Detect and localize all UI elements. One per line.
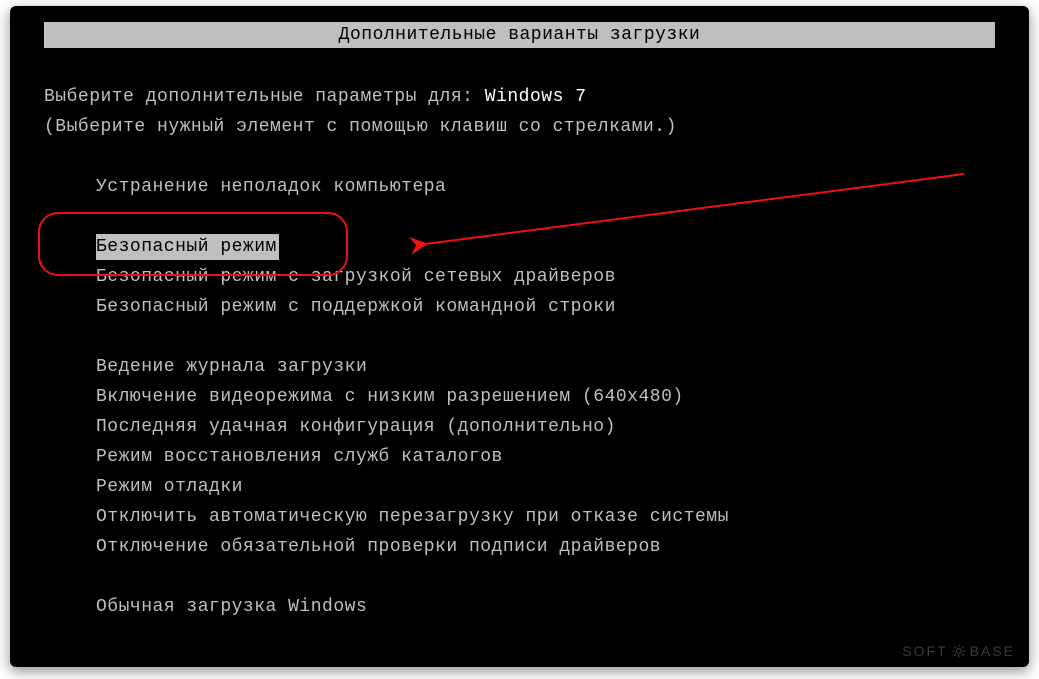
option-repair[interactable]: Устранение неполадок компьютера	[44, 172, 995, 202]
prompt-prefix: Выберите дополнительные параметры для:	[44, 87, 485, 107]
watermark-right: BASE	[970, 643, 1015, 659]
option-start-normally[interactable]: Обычная загрузка Windows	[44, 592, 995, 622]
spacer	[44, 142, 995, 172]
option-safe-mode-label: Безопасный режим	[96, 234, 279, 260]
option-safe-mode-cmd[interactable]: Безопасный режим с поддержкой командной …	[44, 292, 995, 322]
instruction-line: (Выберите нужный элемент с помощью клави…	[44, 112, 995, 142]
spacer	[44, 562, 995, 592]
option-boot-log[interactable]: Ведение журнала загрузки	[44, 352, 995, 382]
gear-icon	[952, 644, 966, 658]
option-debug[interactable]: Режим отладки	[44, 472, 995, 502]
option-ds-restore[interactable]: Режим восстановления служб каталогов	[44, 442, 995, 472]
prompt-line: Выберите дополнительные параметры для: W…	[44, 82, 995, 112]
screen-body: Выберите дополнительные параметры для: W…	[44, 82, 995, 647]
option-safe-mode[interactable]: Безопасный режим	[44, 232, 995, 262]
option-safe-mode-net[interactable]: Безопасный режим с загрузкой сетевых дра…	[44, 262, 995, 292]
screen-title: Дополнительные варианты загрузки	[44, 22, 995, 48]
os-name: Windows 7	[485, 87, 587, 107]
option-no-driver-sig[interactable]: Отключение обязательной проверки подписи…	[44, 532, 995, 562]
spacer	[44, 202, 995, 232]
boot-screen: Дополнительные варианты загрузки Выберит…	[10, 6, 1029, 667]
option-low-res[interactable]: Включение видеорежима с низким разрешени…	[44, 382, 995, 412]
option-no-auto-restart[interactable]: Отключить автоматическую перезагрузку пр…	[44, 502, 995, 532]
option-last-known-good[interactable]: Последняя удачная конфигурация (дополнит…	[44, 412, 995, 442]
watermark-left: SOFT	[902, 643, 947, 659]
watermark: SOFT BASE	[902, 643, 1015, 659]
spacer	[44, 322, 995, 352]
